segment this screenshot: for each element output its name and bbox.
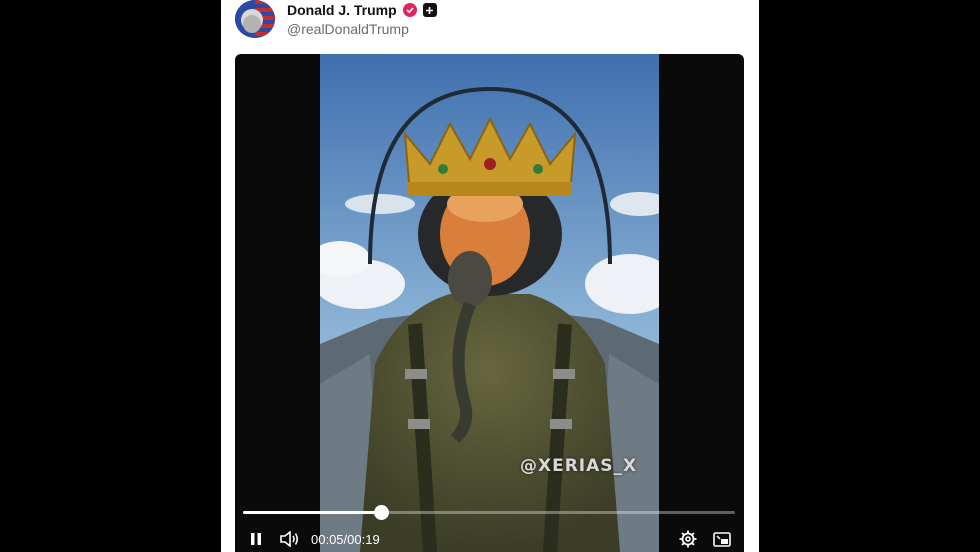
post-card: Donald J. Trump @realDonaldTrump @XERIAS… — [221, 0, 759, 552]
display-name[interactable]: Donald J. Trump — [287, 2, 397, 18]
picture-in-picture-button[interactable] — [712, 530, 732, 548]
pause-icon — [251, 533, 261, 545]
gear-icon — [679, 530, 697, 548]
pause-button[interactable] — [247, 530, 265, 548]
duration: 00:19 — [347, 532, 380, 547]
time-display: 00:05/00:19 — [311, 532, 380, 547]
settings-button[interactable] — [678, 530, 698, 548]
video-frame: @XERIAS_X — [320, 54, 659, 552]
volume-button[interactable] — [279, 530, 301, 548]
verified-icon — [402, 3, 417, 17]
plus-icon[interactable] — [422, 3, 437, 17]
volume-icon — [280, 531, 299, 547]
user-handle[interactable]: @realDonaldTrump — [287, 21, 409, 37]
progress-scrubber[interactable] — [373, 505, 389, 520]
avatar[interactable] — [235, 0, 275, 38]
video-controls: 00:05/00:19 — [235, 502, 744, 552]
current-time: 00:05 — [311, 532, 344, 547]
video-player[interactable]: @XERIAS_X 00:05/00:19 — [235, 54, 744, 552]
video-watermark: @XERIAS_X — [520, 456, 638, 476]
progress-fill — [243, 511, 381, 514]
progress-bar[interactable] — [243, 505, 735, 520]
picture-in-picture-icon — [713, 531, 731, 547]
